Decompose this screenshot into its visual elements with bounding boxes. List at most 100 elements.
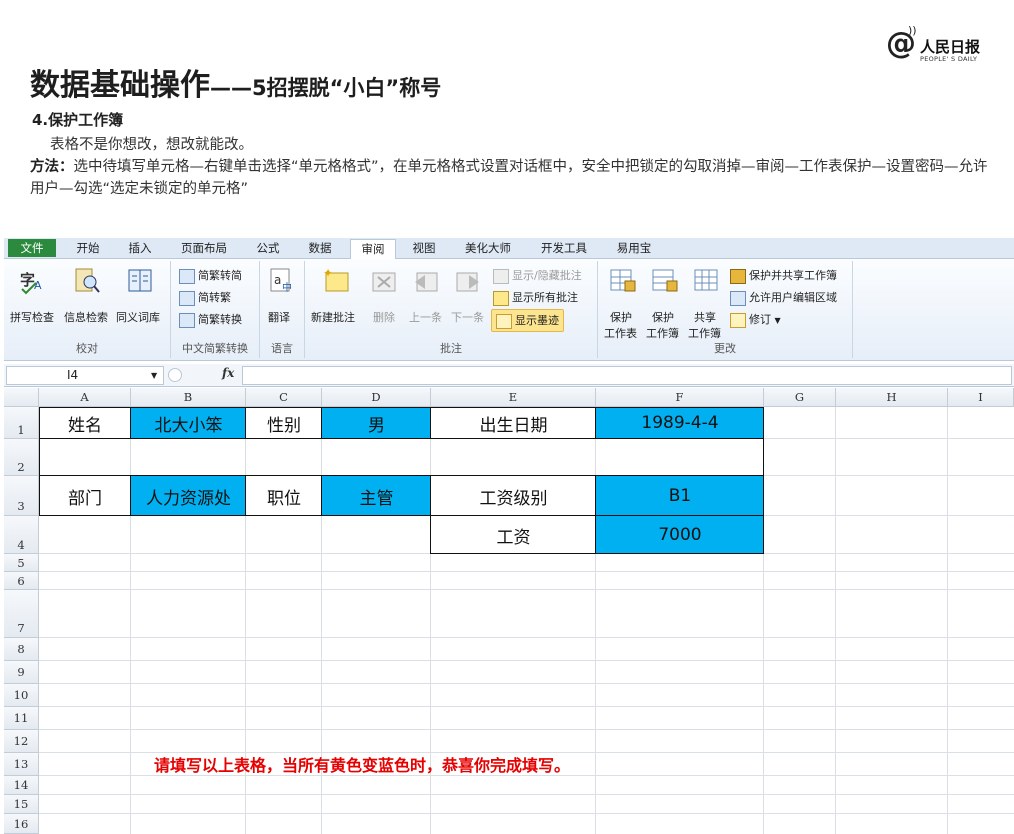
cell-d1[interactable]: 男 [322,407,431,439]
ink-icon [496,313,512,329]
column-header-f[interactable]: F [596,388,764,407]
group-proofing: 字A 拼写检查 信息检索 同义词库 校对 [4,261,171,358]
protect-share-workbook-button[interactable]: 保护并共享工作簿 [730,267,837,284]
row-header-12[interactable]: 12 [4,730,39,753]
column-header-e[interactable]: E [431,388,596,407]
column-header-a[interactable]: A [39,388,131,407]
page-title: 数据基础操作——5招摆脱“小白”称号 [30,60,441,104]
gridline [763,407,764,834]
research-icon [72,267,102,295]
show-ink-button[interactable]: 显示墨迹 [491,309,564,332]
tab-formulas[interactable]: 公式 [248,239,288,257]
track-changes-button[interactable]: 修订 ▼ [730,311,781,328]
new-comment-button[interactable]: ✦ 新建批注 [309,266,361,324]
row-header-11[interactable]: 11 [4,707,39,730]
group-label-comments: 批注 [440,342,462,355]
row-header-14[interactable]: 14 [4,776,39,795]
formula-bar-resize-handle[interactable] [168,368,182,382]
tab-easyuse[interactable]: 易用宝 [608,239,660,257]
instruction-notice: 请填写以上表格，当所有黄色变蓝色时，恭喜你完成填写。 [154,756,571,775]
ribbon: 字A 拼写检查 信息检索 同义词库 校对 简繁转简 简转繁 简繁转换 中文简繁转… [4,259,1014,361]
previous-comment-label: 上一条 [409,311,442,324]
chevron-down-icon[interactable]: ▼ [151,367,157,384]
spell-check-button[interactable]: 字A 拼写检查 [8,267,58,324]
tab-review[interactable]: 审阅 [350,239,396,259]
row-header-10[interactable]: 10 [4,684,39,707]
cell-e3[interactable]: 工资级别 [431,476,596,516]
row-header-1[interactable]: 1 [4,407,39,439]
tab-developer[interactable]: 开发工具 [532,239,596,257]
row-header-8[interactable]: 8 [4,638,39,661]
cell-b1[interactable]: 北大小笨 [131,407,246,439]
formula-input[interactable] [242,366,1012,385]
previous-comment-button[interactable]: 上一条 [407,267,447,324]
tab-home[interactable]: 开始 [68,239,108,257]
protect-workbook-button[interactable]: 保护 工作簿 [644,267,684,340]
previous-comment-icon [411,267,441,295]
cell-a3[interactable]: 部门 [39,476,131,516]
row-header-9[interactable]: 9 [4,661,39,684]
cell-c3[interactable]: 职位 [246,476,322,516]
name-box[interactable]: I4 ▼ [6,366,164,385]
cell-f1[interactable]: 1989-4-4 [596,407,764,439]
cell-d3[interactable]: 主管 [322,476,431,516]
tab-beautify[interactable]: 美化大师 [456,239,520,257]
tab-view[interactable]: 视图 [404,239,444,257]
tab-data[interactable]: 数据 [300,239,340,257]
cell-b3[interactable]: 人力资源处 [131,476,246,516]
next-comment-button[interactable]: 下一条 [449,267,489,324]
spreadsheet-grid[interactable]: A B C D E F G H I 1 2 3 4 5 6 7 8 9 10 1… [4,388,1014,834]
group-chinese-conversion: 简繁转简 简转繁 简繁转换 中文简繁转换 [171,261,260,358]
tab-insert[interactable]: 插入 [120,239,160,257]
column-header-i[interactable]: I [948,388,1014,407]
next-comment-label: 下一条 [451,311,484,324]
cell-c1[interactable]: 性别 [246,407,322,439]
row-header-15[interactable]: 15 [4,795,39,814]
delete-comment-button[interactable]: 删除 [367,267,401,324]
row-header-16[interactable]: 16 [4,814,39,834]
tab-page-layout[interactable]: 页面布局 [172,239,236,257]
row-header-7[interactable]: 7 [4,590,39,638]
research-button[interactable]: 信息检索 [62,267,114,324]
formula-bar: I4 ▼ fx [4,364,1014,387]
show-all-comments-button[interactable]: 显示所有批注 [493,289,578,306]
column-header-c[interactable]: C [246,388,322,407]
share-workbook-button[interactable]: 共享 工作簿 [686,267,726,340]
trad-to-simp-button[interactable]: 简繁转简 [179,267,242,284]
cell-a1[interactable]: 姓名 [39,407,131,439]
cell-f4[interactable]: 7000 [596,516,764,554]
row-header-4[interactable]: 4 [4,516,39,554]
row-header-3[interactable]: 3 [4,476,39,516]
lock-icon [730,268,746,284]
simp-to-trad-button[interactable]: 简转繁 [179,289,231,306]
gridline [39,589,1014,590]
method-label: 方法： [30,159,74,175]
insert-function-icon[interactable]: fx [222,366,234,380]
thesaurus-label: 同义词库 [116,311,160,324]
cell-e4[interactable]: 工资 [431,516,596,554]
translate-button[interactable]: a中 翻译 [264,267,300,324]
tab-file[interactable]: 文件 [8,239,56,257]
protect-sheet-icon [608,267,638,295]
protect-sheet-button[interactable]: 保护 工作表 [602,267,642,340]
column-header-b[interactable]: B [131,388,246,407]
thesaurus-button[interactable]: 同义词库 [116,267,168,324]
convert-button[interactable]: 简繁转换 [179,311,242,328]
row-header-2[interactable]: 2 [4,439,39,476]
cell-e1[interactable]: 出生日期 [431,407,596,439]
column-header-g[interactable]: G [764,388,836,407]
protect-sheet-label-2: 工作表 [604,327,637,340]
row-header-6[interactable]: 6 [4,572,39,590]
column-header-h[interactable]: H [836,388,948,407]
convert-icon [179,290,195,306]
cell-f3[interactable]: B1 [596,476,764,516]
gridline [39,813,1014,814]
row-header-5[interactable]: 5 [4,554,39,572]
column-header-d[interactable]: D [322,388,431,407]
chevron-down-icon: ▼ [774,316,781,325]
show-hide-comment-label: 显示/隐藏批注 [512,269,582,282]
select-all-corner[interactable] [4,388,39,407]
row-header-13[interactable]: 13 [4,753,39,776]
allow-edit-ranges-button[interactable]: 允许用户编辑区域 [730,289,837,306]
show-hide-comment-button[interactable]: 显示/隐藏批注 [493,267,582,284]
